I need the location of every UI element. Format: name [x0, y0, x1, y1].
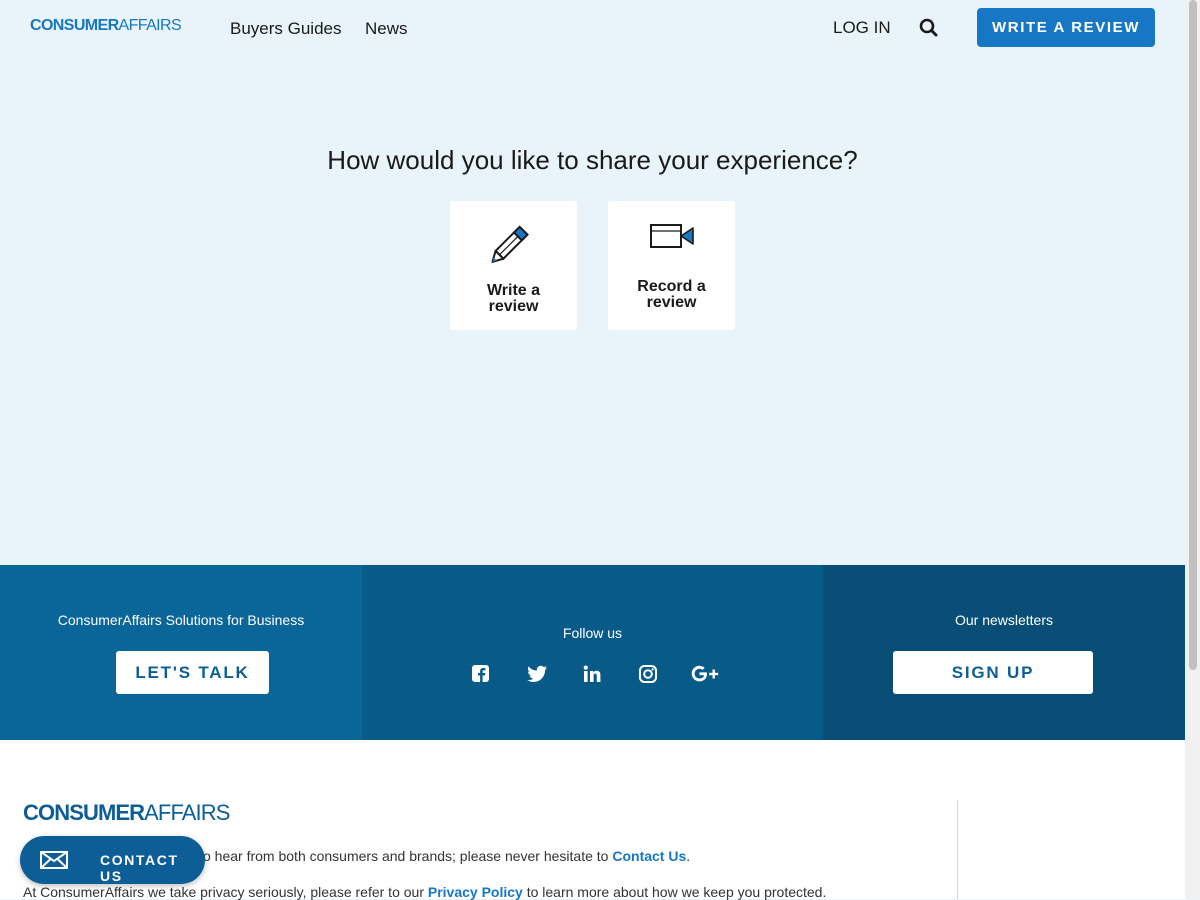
sign-up-button[interactable]: SIGN UP [893, 651, 1093, 694]
search-icon[interactable] [918, 17, 940, 39]
twitter-icon[interactable] [525, 663, 549, 685]
record-review-label: Record a review [637, 278, 706, 311]
follow-title: Follow us [562, 625, 623, 641]
google-plus-icon[interactable] [689, 663, 721, 685]
record-review-option[interactable]: Record a review [608, 201, 735, 330]
login-link[interactable]: LOG IN [833, 18, 891, 38]
contact-us-button[interactable]: CONTACT US [20, 836, 205, 884]
write-a-review-button[interactable]: WRITE A REVIEW [977, 8, 1155, 47]
contact-us-label: CONTACT US [100, 852, 179, 884]
contact-paragraph: o hear from both consumers and brands; p… [203, 848, 691, 864]
write-review-label: Write a review [486, 282, 541, 315]
facebook-icon[interactable] [470, 663, 494, 685]
privacy-policy-link[interactable]: Privacy Policy [428, 884, 523, 900]
footer-band: ConsumerAffairs Solutions for Business L… [0, 565, 1185, 740]
video-camera-icon [608, 221, 735, 258]
footer-divider [957, 800, 958, 899]
contact-us-link[interactable]: Contact Us [612, 848, 686, 864]
follow-section: Follow us [362, 565, 823, 740]
business-title: ConsumerAffairs Solutions for Business [57, 612, 305, 628]
page-scrollbar[interactable] [1185, 0, 1200, 899]
write-review-option[interactable]: Write a review [450, 201, 577, 330]
lets-talk-button[interactable]: LET'S TALK [116, 651, 269, 694]
nav-buyers-guides[interactable]: Buyers Guides [230, 19, 342, 39]
scrollbar-thumb[interactable] [1189, 0, 1197, 670]
footer-logo[interactable]: CONSUMERAFFAIRS [23, 800, 230, 826]
nav-news[interactable]: News [365, 19, 408, 39]
pencil-icon [450, 219, 577, 268]
newsletter-section: Our newsletters SIGN UP [823, 565, 1185, 740]
envelope-icon [40, 851, 68, 874]
instagram-icon[interactable] [637, 663, 661, 685]
top-header: CONSUMERAFFAIRS Buyers Guides News LOG I… [0, 0, 1185, 56]
privacy-paragraph: At ConsumerAffairs we take privacy serio… [23, 884, 827, 900]
page-title: How would you like to share your experie… [327, 145, 858, 175]
consumeraffairs-logo[interactable]: CONSUMERAFFAIRS [30, 17, 182, 35]
linkedin-icon[interactable] [581, 663, 605, 685]
newsletter-title: Our newsletters [954, 612, 1054, 628]
business-section: ConsumerAffairs Solutions for Business L… [0, 565, 362, 740]
